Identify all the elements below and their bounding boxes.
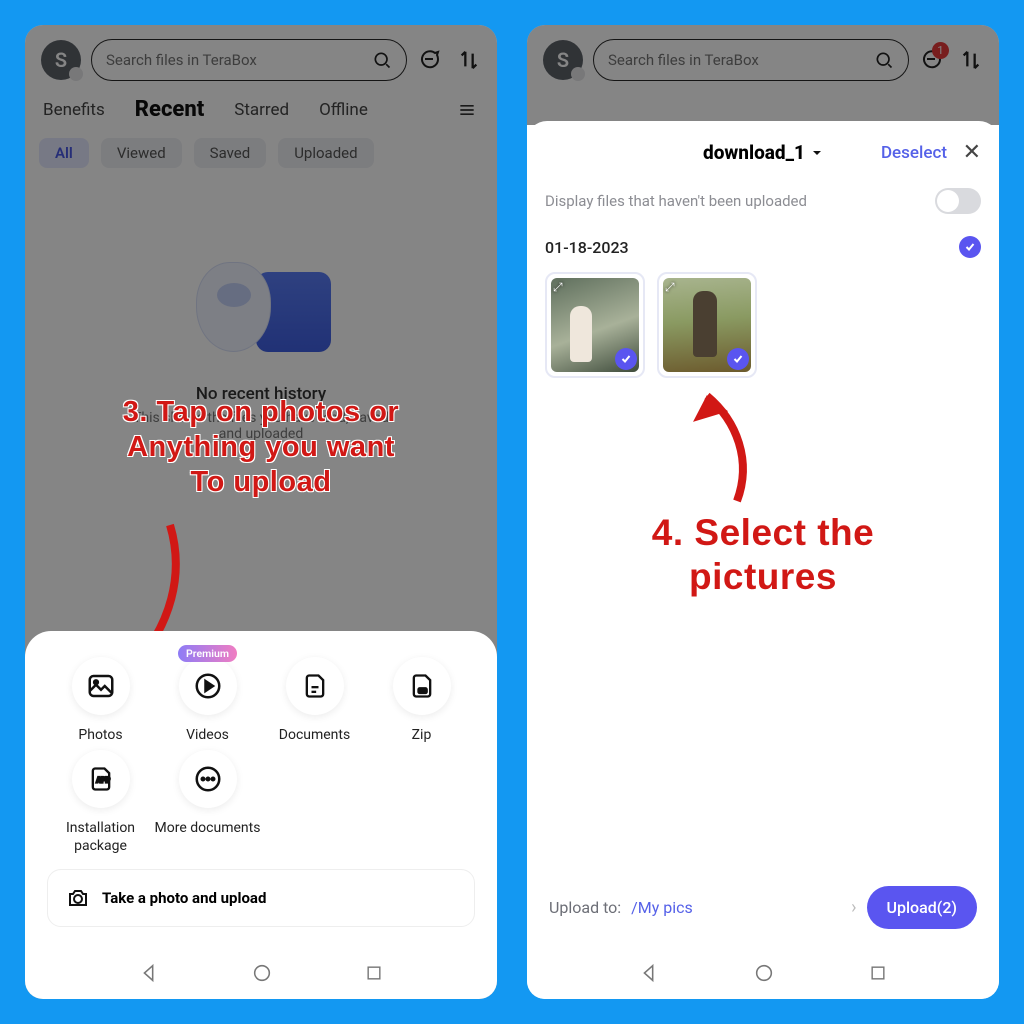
photo-thumbnail[interactable]: ⤢ — [545, 272, 645, 378]
avatar[interactable]: S — [543, 40, 583, 80]
sheet-item-documents[interactable]: Documents — [261, 657, 368, 745]
tab-offline[interactable]: Offline — [319, 100, 368, 120]
deselect-button[interactable]: Deselect — [881, 143, 947, 163]
sheet-item-videos[interactable]: Premium Videos — [154, 657, 261, 745]
date-section-header: 01-18-2023 — [545, 236, 981, 258]
filter-uploaded[interactable]: Uploaded — [278, 138, 373, 168]
sheet-item-installation[interactable]: APP Installation package — [47, 750, 154, 855]
main-tabs: Benefits Recent Starred Offline — [25, 81, 497, 132]
photo-picker-sheet: download_1 Deselect ✕ Display files that… — [527, 121, 999, 999]
filter-toggle[interactable] — [935, 188, 981, 214]
chevron-right-icon: › — [851, 897, 856, 918]
picker-folder-dropdown[interactable]: download_1 — [703, 141, 823, 164]
thumbnail-grid: ⤢ ⤢ — [545, 272, 981, 378]
nav-back-icon[interactable] — [138, 962, 160, 984]
zip-icon — [408, 671, 436, 701]
tab-benefits[interactable]: Benefits — [43, 100, 105, 120]
sheet-label: Installation package — [66, 820, 135, 855]
documents-icon — [301, 671, 329, 701]
notification-badge: 1 — [932, 42, 949, 59]
chevron-down-icon — [811, 147, 823, 159]
more-icon — [193, 764, 223, 794]
camera-label: Take a photo and upload — [102, 889, 266, 907]
premium-badge: Premium — [178, 645, 237, 662]
search-input[interactable] — [608, 51, 874, 69]
picker-title-text: download_1 — [703, 141, 805, 164]
select-all-check[interactable] — [959, 236, 981, 258]
tab-starred[interactable]: Starred — [234, 100, 289, 120]
app-icon: APP — [87, 764, 115, 794]
sheet-label: Videos — [186, 727, 229, 745]
search-input[interactable] — [106, 51, 372, 69]
transfer-icon[interactable] — [959, 48, 983, 72]
upload-destination[interactable]: /My pics — [631, 898, 841, 917]
selected-check-icon[interactable] — [727, 348, 749, 370]
camera-icon — [66, 886, 90, 910]
sheet-item-photos[interactable]: Photos — [47, 657, 154, 745]
date-label: 01-18-2023 — [545, 238, 629, 257]
nav-home-icon[interactable] — [753, 962, 775, 984]
search-icon — [874, 50, 894, 70]
picker-footer: Upload to: /My pics › Upload(2) — [545, 870, 981, 947]
photo-thumbnail[interactable]: ⤢ — [657, 272, 757, 378]
sheet-label: Photos — [78, 727, 122, 745]
right-screenshot: S 1 download_1 Deselect — [527, 25, 999, 999]
svg-text:APP: APP — [96, 777, 110, 785]
hamburger-icon[interactable] — [455, 98, 479, 122]
android-nav-bar — [47, 947, 475, 999]
sheet-item-more[interactable]: More documents — [154, 750, 261, 855]
search-field[interactable] — [593, 39, 909, 81]
message-icon[interactable]: 1 — [919, 48, 943, 72]
videos-icon — [193, 671, 223, 701]
filter-toggle-row: Display files that haven't been uploaded — [545, 188, 981, 214]
transfer-icon[interactable] — [457, 48, 481, 72]
upload-to-label: Upload to: — [549, 898, 621, 917]
tutorial-annotation-3: 3. Tap on photos or Anything you want To… — [25, 395, 497, 499]
android-nav-bar — [545, 947, 981, 999]
sheet-label: Zip — [412, 727, 432, 745]
empty-illustration — [191, 252, 331, 372]
toggle-label: Display files that haven't been uploaded — [545, 192, 807, 210]
nav-home-icon[interactable] — [251, 962, 273, 984]
expand-icon[interactable]: ⤢ — [553, 280, 563, 295]
sheet-item-zip[interactable]: Zip — [368, 657, 475, 745]
upload-button[interactable]: Upload(2) — [867, 886, 977, 929]
nav-back-icon[interactable] — [638, 962, 660, 984]
annotation-arrow-icon — [682, 381, 772, 511]
search-icon — [372, 50, 392, 70]
filter-row: All Viewed Saved Uploaded — [25, 132, 497, 182]
message-icon[interactable] — [417, 48, 441, 72]
tab-recent[interactable]: Recent — [135, 97, 204, 122]
app-top-bar: S — [25, 25, 497, 81]
photos-icon — [86, 671, 116, 701]
selected-check-icon[interactable] — [615, 348, 637, 370]
close-icon[interactable]: ✕ — [963, 140, 981, 165]
upload-type-sheet: Photos Premium Videos Documents Zip APP — [25, 631, 497, 1000]
sheet-label: More documents — [155, 820, 261, 838]
nav-recent-icon[interactable] — [868, 963, 888, 983]
left-screenshot: S Benefits Recent Starred Offline — [25, 25, 497, 999]
avatar[interactable]: S — [41, 40, 81, 80]
filter-saved[interactable]: Saved — [194, 138, 267, 168]
nav-recent-icon[interactable] — [364, 963, 384, 983]
tutorial-annotation-4: 4. Select the pictures — [527, 511, 999, 600]
take-photo-button[interactable]: Take a photo and upload — [47, 869, 475, 927]
filter-viewed[interactable]: Viewed — [101, 138, 182, 168]
sheet-label: Documents — [279, 727, 350, 745]
filter-all[interactable]: All — [39, 138, 89, 168]
expand-icon[interactable]: ⤢ — [665, 280, 675, 295]
search-field[interactable] — [91, 39, 407, 81]
